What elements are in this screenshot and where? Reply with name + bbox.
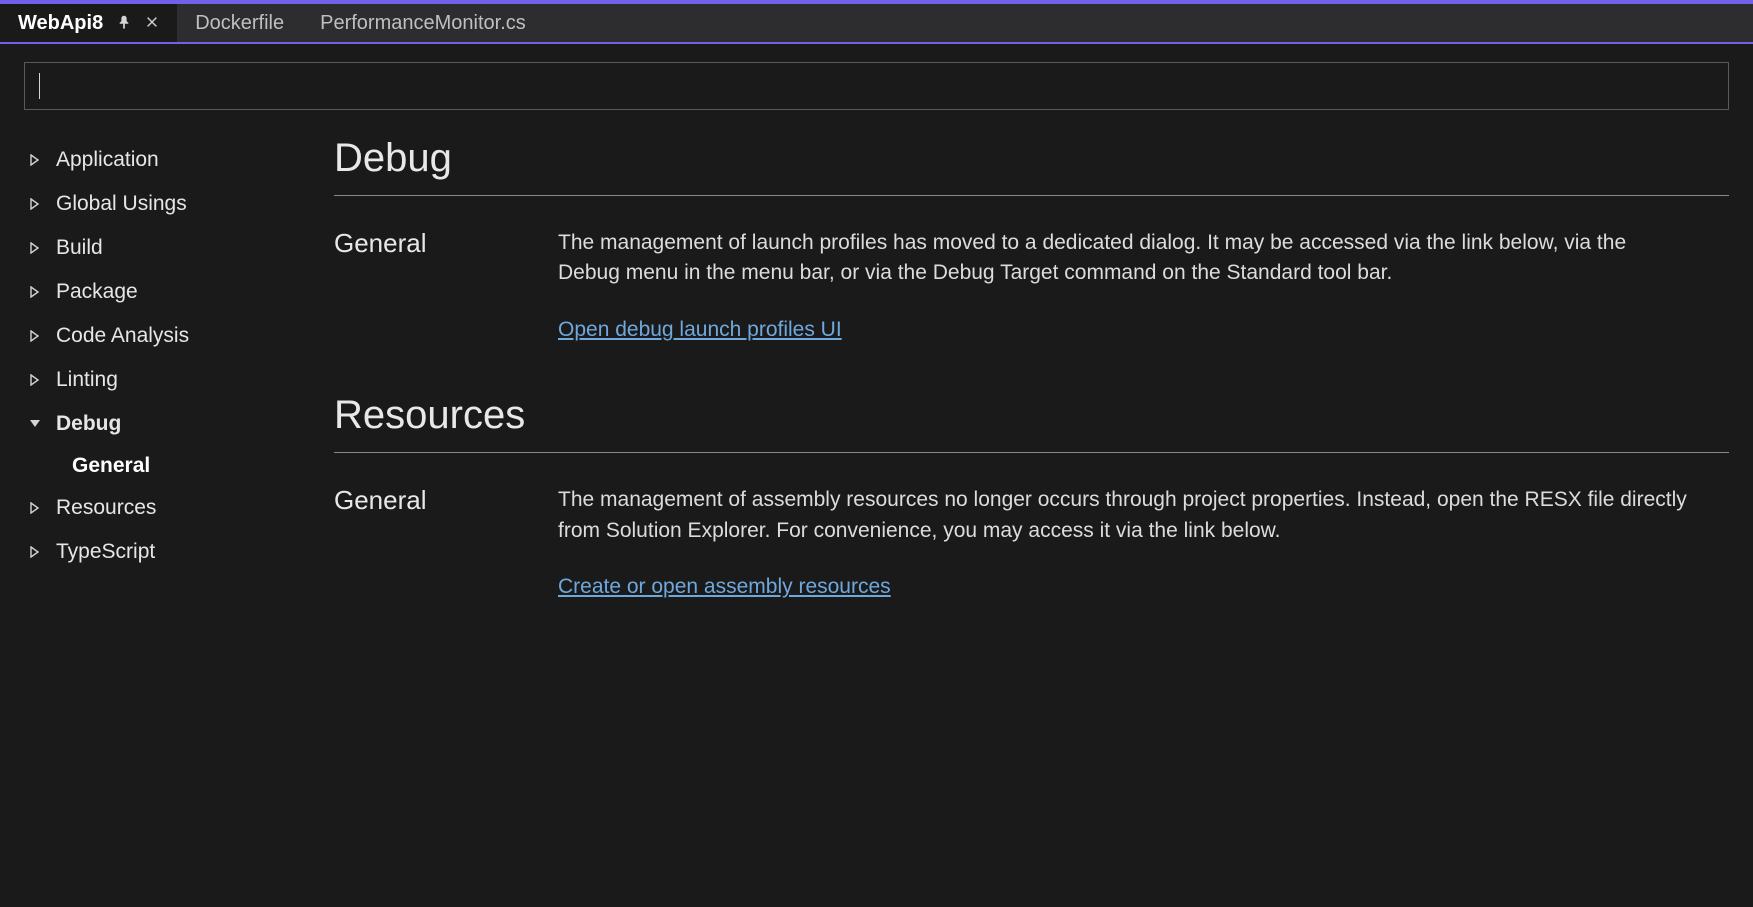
tab-performancemonitor[interactable]: PerformanceMonitor.cs: [302, 4, 544, 42]
content-pane: Debug General The management of launch p…: [324, 130, 1729, 907]
sidebar-item-resources[interactable]: Resources: [24, 486, 324, 530]
sidebar-item-label: Resources: [56, 496, 156, 520]
search-input[interactable]: [24, 62, 1729, 110]
sidebar-item-label: Linting: [56, 368, 118, 392]
tab-label: PerformanceMonitor.cs: [320, 12, 526, 35]
sidebar-item-label: TypeScript: [56, 540, 155, 564]
tab-webapi8[interactable]: WebApi8: [0, 4, 177, 42]
properties-page: Application Global Usings Build Package …: [0, 44, 1753, 907]
sidebar-item-label: Build: [56, 236, 103, 260]
sidebar-item-code-analysis[interactable]: Code Analysis: [24, 314, 324, 358]
open-assembly-resources-link[interactable]: Create or open assembly resources: [558, 572, 891, 602]
chevron-right-icon: [28, 198, 42, 210]
section-title: Debug: [334, 136, 1729, 181]
section-row-general: General The management of assembly resou…: [334, 485, 1729, 602]
section-row-text: The management of assembly resources no …: [558, 488, 1687, 541]
main-area: Application Global Usings Build Package …: [24, 130, 1729, 907]
open-launch-profiles-link[interactable]: Open debug launch profiles UI: [558, 315, 842, 345]
divider: [334, 195, 1729, 196]
chevron-right-icon: [28, 330, 42, 342]
section-row-label: General: [334, 485, 534, 602]
tab-label: Dockerfile: [195, 12, 284, 35]
sidebar-item-package[interactable]: Package: [24, 270, 324, 314]
section-row-general: General The management of launch profile…: [334, 228, 1729, 345]
sidebar-item-build[interactable]: Build: [24, 226, 324, 270]
sidebar-item-linting[interactable]: Linting: [24, 358, 324, 402]
section-row-label: General: [334, 228, 534, 345]
section-row-text: The management of launch profiles has mo…: [558, 231, 1626, 284]
sidebar-subitem-general[interactable]: General: [24, 446, 324, 486]
sidebar-item-label: Debug: [56, 412, 121, 436]
sidebar-item-label: Global Usings: [56, 192, 187, 216]
sidebar-item-typescript[interactable]: TypeScript: [24, 530, 324, 574]
pin-icon[interactable]: [117, 15, 131, 32]
sidebar-item-debug[interactable]: Debug: [24, 402, 324, 446]
chevron-right-icon: [28, 502, 42, 514]
sidebar-item-global-usings[interactable]: Global Usings: [24, 182, 324, 226]
chevron-right-icon: [28, 242, 42, 254]
section-resources: Resources General The management of asse…: [334, 393, 1729, 602]
tab-dockerfile[interactable]: Dockerfile: [177, 4, 302, 42]
close-icon[interactable]: [145, 15, 159, 32]
tab-bar: WebApi8 Dockerfile PerformanceMonitor.cs: [0, 0, 1753, 44]
chevron-right-icon: [28, 374, 42, 386]
chevron-right-icon: [28, 154, 42, 166]
section-title: Resources: [334, 393, 1729, 438]
sidebar-item-label: Application: [56, 148, 159, 172]
section-row-body: The management of assembly resources no …: [558, 485, 1729, 602]
chevron-right-icon: [28, 546, 42, 558]
sidebar-item-label: Code Analysis: [56, 324, 189, 348]
divider: [334, 452, 1729, 453]
text-cursor: [39, 73, 40, 99]
chevron-right-icon: [28, 286, 42, 298]
chevron-down-icon: [28, 419, 42, 429]
section-row-body: The management of launch profiles has mo…: [558, 228, 1729, 345]
sidebar-subitem-label: General: [72, 454, 150, 477]
section-debug: Debug General The management of launch p…: [334, 136, 1729, 345]
sidebar-nav: Application Global Usings Build Package …: [24, 130, 324, 907]
tab-label: WebApi8: [18, 12, 103, 35]
sidebar-item-label: Package: [56, 280, 138, 304]
sidebar-item-application[interactable]: Application: [24, 138, 324, 182]
